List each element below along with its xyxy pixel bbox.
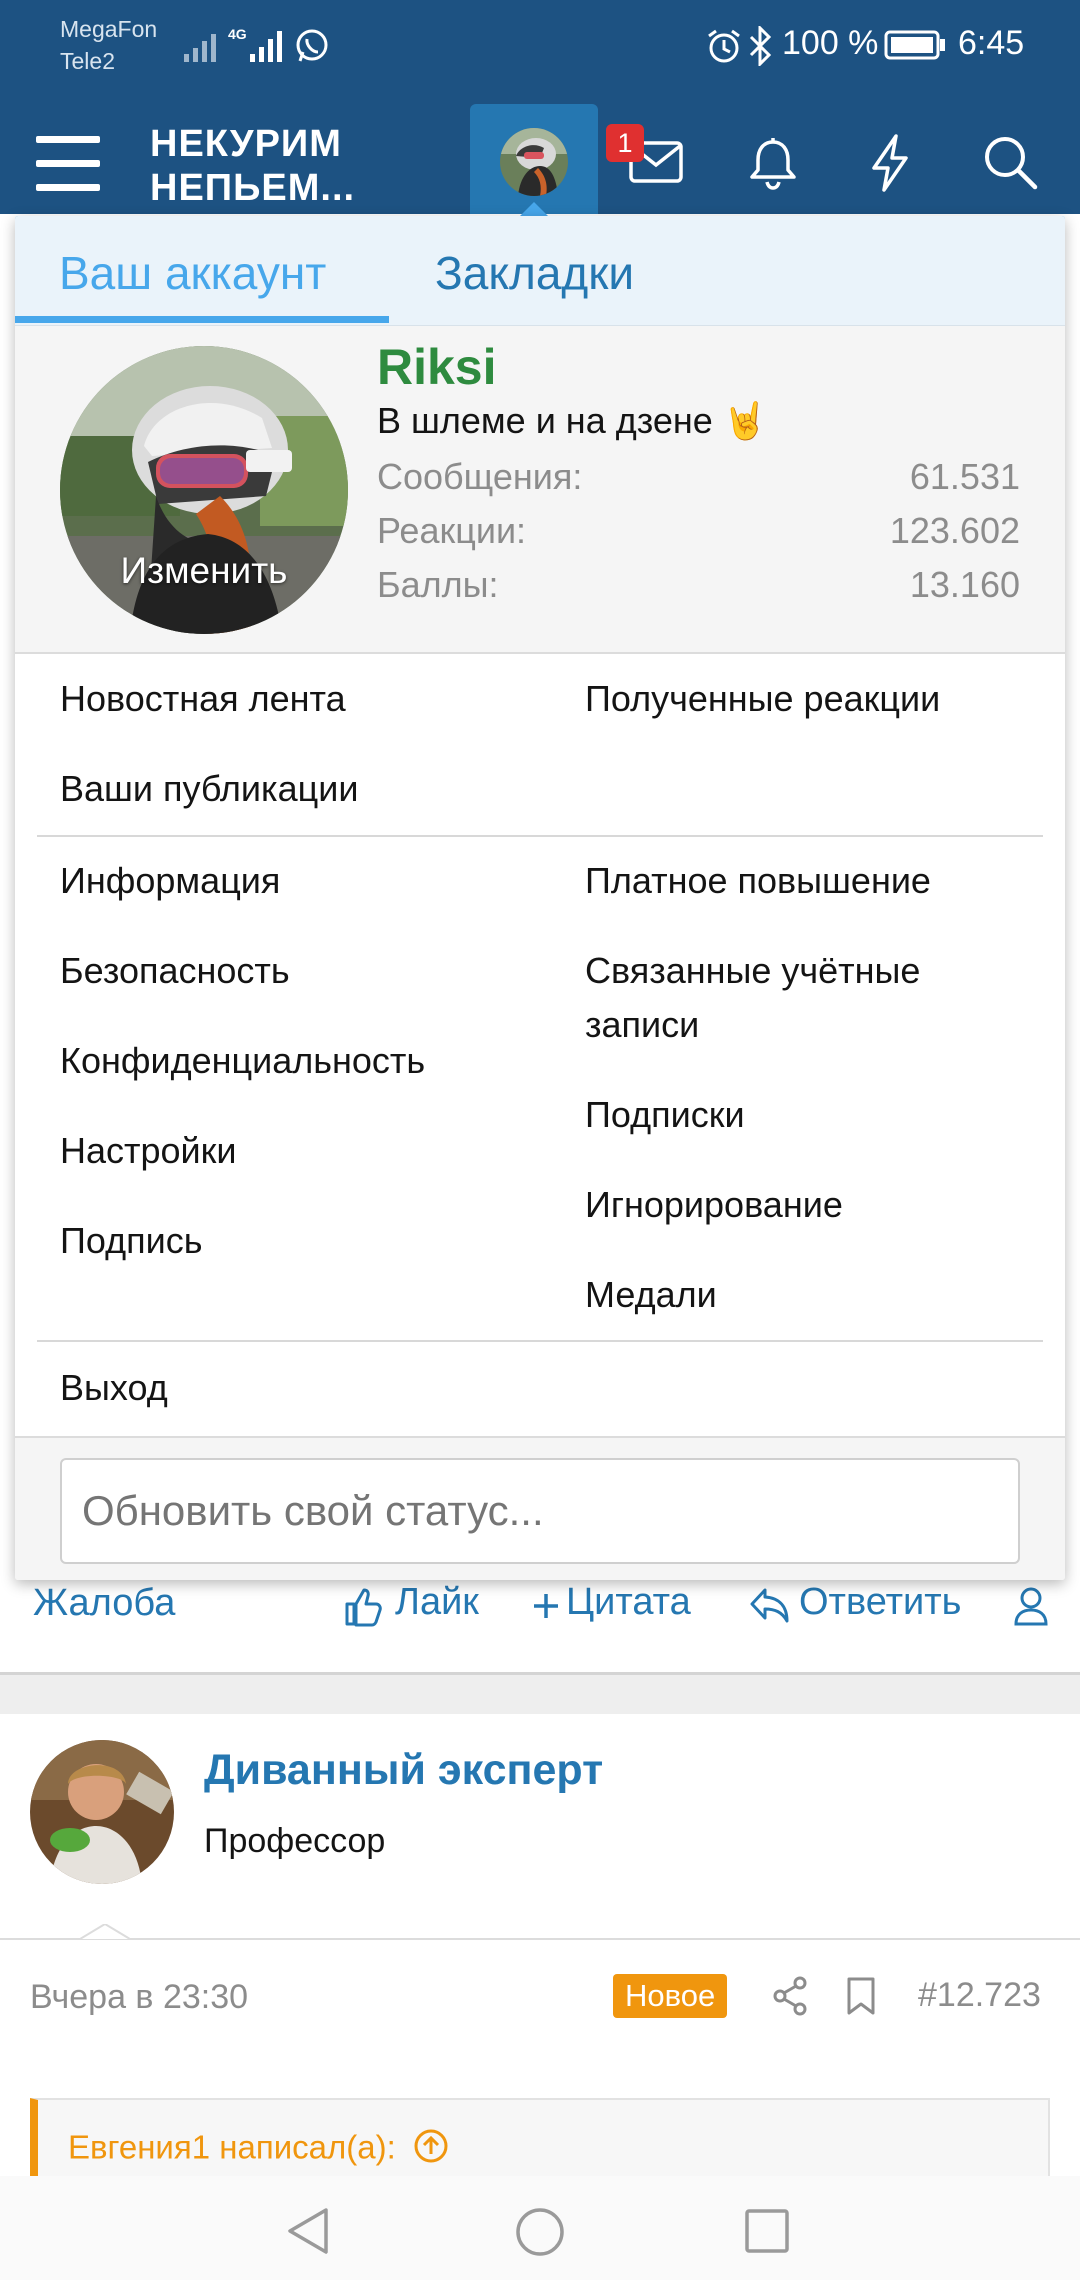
menu-link-account-details[interactable]: Информация xyxy=(60,854,280,908)
status-bar: MegaFon Tele2 4G 100 % 6:45 xyxy=(0,0,1080,94)
post-author-title: Профессор xyxy=(204,1822,386,1860)
menu-link-account-upgrades[interactable]: Платное повышение xyxy=(585,854,931,908)
thumbs-up-icon xyxy=(343,1584,383,1633)
tab-your-account[interactable]: Ваш аккаунт xyxy=(59,246,326,300)
signal-icon xyxy=(184,30,218,67)
network-label: 4G xyxy=(228,26,247,42)
clock: 6:45 xyxy=(958,24,1025,62)
profile-user-title: В шлеме и на дзене 🤘 xyxy=(377,400,768,441)
system-nav-bar xyxy=(0,2176,1080,2280)
menu-link-ignoring[interactable]: Игнорирование xyxy=(585,1178,843,1232)
stat-messages-value[interactable]: 61.531 xyxy=(820,456,1020,498)
like-label: Лайк xyxy=(395,1581,479,1623)
profile-avatar[interactable]: Изменить xyxy=(60,346,348,634)
menu-icon[interactable] xyxy=(36,136,100,197)
lightning-icon[interactable] xyxy=(868,134,912,197)
signal-4g-icon xyxy=(250,28,284,67)
menu-link-preferences[interactable]: Настройки xyxy=(60,1124,237,1178)
search-icon[interactable] xyxy=(982,134,1038,195)
menu-divider xyxy=(37,1340,1043,1342)
menu-link-privacy[interactable]: Конфиденциальность xyxy=(60,1034,425,1088)
post-author-name[interactable]: Диванный эксперт xyxy=(204,1746,603,1795)
stat-reactions-value[interactable]: 123.602 xyxy=(820,510,1020,552)
stat-reactions-label: Реакции: xyxy=(377,510,527,551)
menu-divider xyxy=(37,835,1043,837)
menu-link-news-feed[interactable]: Новостная лента xyxy=(60,672,346,726)
battery-icon xyxy=(884,30,946,65)
quote-author: Евгения1 написал(а): xyxy=(68,2128,396,2166)
bluetooth-icon xyxy=(748,24,774,71)
new-badge: Новое xyxy=(613,1974,728,2018)
bell-icon[interactable] xyxy=(748,136,798,195)
reply-icon xyxy=(749,1586,791,1631)
post-date[interactable]: Вчера в 23:30 xyxy=(30,1978,248,2017)
report-link[interactable]: Жалоба xyxy=(33,1582,175,1625)
account-menu: Ваш аккаунт Закладки Изменить Riksi В шл… xyxy=(15,216,1065,1580)
plus-icon xyxy=(532,1592,560,1625)
avatar[interactable] xyxy=(30,1740,174,1884)
bookmark-icon[interactable] xyxy=(846,1976,876,2021)
alarm-icon xyxy=(706,28,742,69)
menu-link-medals[interactable]: Медали xyxy=(585,1268,717,1322)
post-number[interactable]: #12.723 xyxy=(918,1976,1041,2015)
menu-link-following[interactable]: Подписки xyxy=(585,1088,745,1142)
quote-label: Цитата xyxy=(566,1581,691,1623)
menu-link-logout[interactable]: Выход xyxy=(60,1361,168,1415)
menu-link-connected-accounts[interactable]: Связанные учётные записи xyxy=(585,944,1005,1052)
post-separator xyxy=(0,1672,1080,1714)
stat-points-label: Баллы: xyxy=(377,564,499,605)
stat-messages-label: Сообщения: xyxy=(377,456,583,497)
share-icon[interactable] xyxy=(772,1976,808,2021)
pointer-caret xyxy=(79,1922,131,1945)
carrier-1: MegaFon xyxy=(60,16,158,42)
site-logo[interactable]: НЕКУРИМ НЕПЬЕМ... xyxy=(150,122,355,210)
profile-summary: Изменить Riksi В шлеме и на дзене 🤘 Сооб… xyxy=(15,326,1065,654)
menu-tabs: Ваш аккаунт Закладки xyxy=(15,216,1065,326)
change-avatar-label[interactable]: Изменить xyxy=(60,550,348,592)
messages-badge: 1 xyxy=(606,124,644,162)
tab-bookmarks[interactable]: Закладки xyxy=(435,246,634,300)
active-tab-indicator xyxy=(15,316,389,323)
arrow-up-circle-icon[interactable] xyxy=(413,2128,449,2172)
menu-link-your-publications[interactable]: Ваши публикации xyxy=(60,762,358,816)
status-input[interactable] xyxy=(60,1458,1020,1564)
stat-points-value[interactable]: 13.160 xyxy=(820,564,1020,606)
battery-percent: 100 % xyxy=(782,24,879,62)
menu-link-security[interactable]: Безопасность xyxy=(60,944,290,998)
quote-header[interactable]: Евгения1 написал(а): xyxy=(68,2128,449,2172)
back-icon[interactable] xyxy=(286,2206,330,2261)
status-update-area xyxy=(15,1436,1065,1580)
carrier-2: Tele2 xyxy=(60,48,115,74)
menu-link-reactions-received[interactable]: Полученные реакции xyxy=(585,672,940,726)
reply-label: Ответить xyxy=(799,1581,962,1623)
post-header-divider xyxy=(0,1938,1080,1940)
menu-link-signature[interactable]: Подпись xyxy=(60,1214,202,1268)
recent-apps-icon[interactable] xyxy=(744,2208,790,2259)
user-icon[interactable] xyxy=(1014,1586,1048,1631)
profile-username[interactable]: Riksi xyxy=(377,338,497,396)
home-icon[interactable] xyxy=(514,2206,566,2263)
whatsapp-icon xyxy=(294,28,330,69)
avatar xyxy=(500,128,568,196)
account-tab[interactable] xyxy=(470,104,598,214)
logo-line-1: НЕКУРИМ xyxy=(150,123,342,165)
logo-line-2: НЕПЬЕМ... xyxy=(150,167,356,209)
